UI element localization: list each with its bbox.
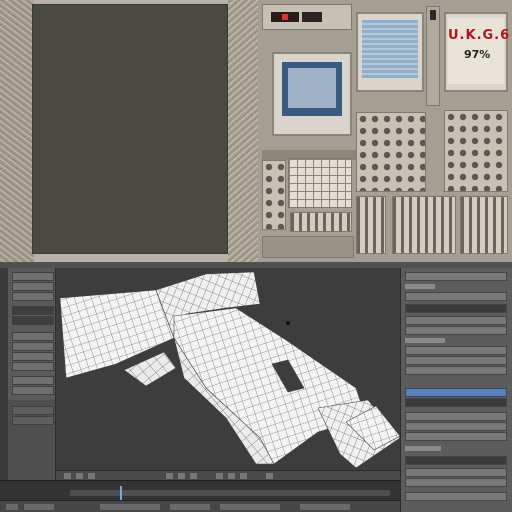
switch-bank-2 <box>392 196 456 254</box>
property-field[interactable] <box>405 478 507 487</box>
properties-panel <box>400 268 512 512</box>
tool-button[interactable] <box>12 272 54 281</box>
console-base <box>262 236 354 258</box>
tool-button[interactable] <box>12 292 54 301</box>
switch-bank-1 <box>356 196 386 254</box>
property-field[interactable] <box>405 468 507 477</box>
layer-button[interactable] <box>228 473 235 479</box>
property-field[interactable] <box>405 412 507 421</box>
tool-button[interactable] <box>12 306 54 315</box>
switch-row-left <box>290 212 352 232</box>
keying-button[interactable] <box>300 504 350 510</box>
property-field[interactable] <box>405 422 507 431</box>
mesh-menu-button[interactable] <box>88 473 95 479</box>
monitor-center <box>356 12 424 92</box>
property-field[interactable] <box>405 398 507 407</box>
tool-button[interactable] <box>12 282 54 291</box>
wireframe-mesh <box>59 271 400 469</box>
current-frame-field[interactable] <box>170 504 210 510</box>
proportional-edit-button[interactable] <box>266 473 273 479</box>
timeline-track[interactable] <box>70 490 390 496</box>
viewport-header <box>56 470 400 480</box>
layer-button[interactable] <box>240 473 247 479</box>
property-label <box>405 338 445 343</box>
property-field[interactable] <box>405 432 507 441</box>
snap-button[interactable] <box>216 473 223 479</box>
property-field[interactable] <box>405 366 507 375</box>
pivot-button[interactable] <box>190 473 197 479</box>
view-menu-button[interactable] <box>24 504 54 510</box>
monitor-left-screen <box>282 62 342 116</box>
property-field[interactable] <box>405 316 507 325</box>
timeline-cursor[interactable] <box>120 486 122 500</box>
property-field[interactable] <box>405 356 507 365</box>
dark-panel-door <box>32 4 228 254</box>
stone-wall-left <box>0 0 34 262</box>
knob-panel-right <box>444 110 508 192</box>
playback-controls[interactable] <box>220 504 280 510</box>
display-percent: 97% <box>464 48 491 61</box>
red-indicator <box>271 12 299 22</box>
tool-button[interactable] <box>12 362 54 371</box>
tool-button[interactable] <box>12 352 54 361</box>
property-field[interactable] <box>405 326 507 335</box>
switch-bank-3 <box>460 196 508 254</box>
frame-range-field[interactable] <box>100 504 160 510</box>
property-field[interactable] <box>405 492 507 501</box>
mode-dropdown[interactable] <box>166 473 173 479</box>
indicator-box <box>302 12 322 22</box>
properties-tab-bar[interactable] <box>405 272 507 281</box>
keypad-grid <box>288 158 352 208</box>
tool-button[interactable] <box>12 342 54 351</box>
property-label <box>405 446 441 451</box>
small-indicator <box>430 10 436 20</box>
operator-panel <box>8 400 56 480</box>
stone-wall-middle <box>228 0 258 262</box>
monitor-left <box>272 52 352 136</box>
monitor-center-screen <box>362 20 418 78</box>
property-label <box>405 284 435 289</box>
shading-button[interactable] <box>178 473 185 479</box>
property-field[interactable] <box>405 304 507 313</box>
select-menu-button[interactable] <box>76 473 83 479</box>
tool-shelf <box>8 268 56 400</box>
property-field[interactable] <box>405 346 507 355</box>
operator-field[interactable] <box>12 416 54 425</box>
knob-panel-center <box>356 112 426 192</box>
editor-type-button[interactable] <box>6 504 18 510</box>
property-field[interactable] <box>405 292 507 301</box>
tool-button[interactable] <box>12 376 54 385</box>
3d-viewport[interactable] <box>56 268 400 480</box>
property-selected-row[interactable] <box>405 388 507 397</box>
view-menu-button[interactable] <box>64 473 71 479</box>
object-origin <box>286 321 290 325</box>
tool-button[interactable] <box>12 386 54 395</box>
console-divider <box>426 6 440 106</box>
property-field[interactable] <box>405 456 507 465</box>
display-text: U.K.G.6 <box>448 28 511 43</box>
tool-button[interactable] <box>12 316 54 325</box>
operator-field[interactable] <box>12 406 54 415</box>
tool-button[interactable] <box>12 332 54 341</box>
reference-image: U.K.G.6 97% <box>0 0 512 262</box>
knob-column <box>262 160 286 230</box>
